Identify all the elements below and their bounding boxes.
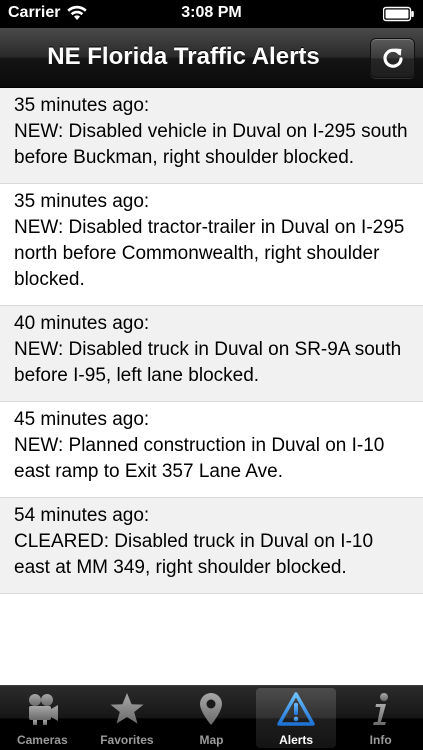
alert-row[interactable]: 35 minutes ago: NEW: Disabled vehicle in… [0,88,423,184]
tab-info[interactable]: Info [338,686,423,750]
tab-favorites[interactable]: Favorites [85,686,170,750]
alert-time: 40 minutes ago: [14,313,150,334]
tab-label: Map [199,733,224,747]
info-icon [372,693,388,725]
tab-map[interactable]: Map [169,686,254,750]
refresh-icon [382,48,403,68]
status-bar: Carrier 3:08 PM [0,0,423,28]
alert-time: 45 minutes ago: [14,409,150,430]
refresh-button[interactable] [370,38,415,78]
alert-message: NEW: Planned construction in Duval on I-… [14,435,385,482]
alert-time: 54 minutes ago: [14,505,150,526]
alert-time: 35 minutes ago: [14,191,150,212]
alert-row[interactable]: 54 minutes ago: CLEARED: Disabled truck … [0,498,423,594]
map-pin-icon [200,693,223,725]
tab-label: Alerts [279,733,314,747]
status-time: 3:08 PM [181,4,242,21]
tab-bar: Cameras Favorites Map Alerts Info [0,685,423,750]
alert-message: NEW: Disabled vehicle in Duval on I-295 … [14,121,408,168]
page-title: NE Florida Traffic Alerts [47,43,320,70]
warning-icon [277,692,315,726]
movie-camera-icon [29,694,59,725]
battery-icon [383,6,414,22]
navigation-bar: NE Florida Traffic Alerts [0,28,423,88]
tab-alerts[interactable]: Alerts [255,688,337,748]
star-icon [110,693,144,724]
tab-cameras[interactable]: Cameras [0,686,85,750]
alert-message: NEW: Disabled truck in Duval on SR-9A so… [14,339,402,386]
alert-row[interactable]: 40 minutes ago: NEW: Disabled truck in D… [0,306,423,402]
tab-label: Favorites [100,733,154,747]
alert-time: 35 minutes ago: [14,95,150,116]
alert-message: NEW: Disabled tractor-trailer in Duval o… [14,217,405,290]
battery-wrapper [383,6,415,22]
tab-label: Info [369,733,392,747]
alert-message: CLEARED: Disabled truck in Duval on I-10… [14,531,374,578]
alert-row[interactable]: 45 minutes ago: NEW: Planned constructio… [0,402,423,498]
alert-row[interactable]: 35 minutes ago: NEW: Disabled tractor-tr… [0,184,423,306]
alert-list[interactable]: 35 minutes ago: NEW: Disabled vehicle in… [0,88,423,685]
tab-label: Cameras [16,733,68,747]
